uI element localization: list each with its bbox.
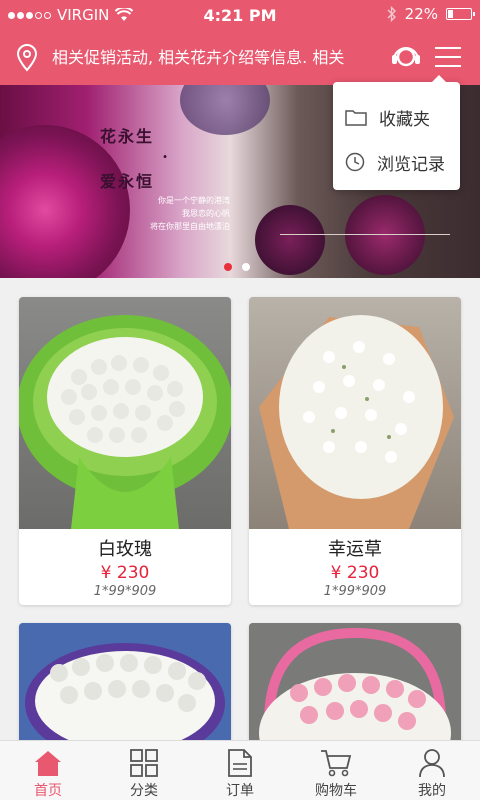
- product-image-pink-carnation-basket: [249, 623, 461, 753]
- product-image-white-rose-purple: [19, 623, 231, 753]
- product-card[interactable]: [249, 623, 461, 753]
- tab-label: 购物车: [315, 783, 357, 799]
- tab-orders[interactable]: 订单: [192, 741, 288, 800]
- location-pin-icon[interactable]: [16, 44, 38, 72]
- banner-poem-line: 你是一个宁静的港湾: [158, 196, 230, 205]
- banner-title-line1: 花永生: [100, 127, 155, 146]
- menu-icon[interactable]: [434, 45, 462, 69]
- tab-label: 首页: [34, 783, 62, 799]
- product-image-babys-breath: [249, 297, 461, 529]
- tab-label: 我的: [418, 783, 446, 799]
- home-icon: [35, 750, 61, 776]
- overflow-menu: 收藏夹 浏览记录: [333, 75, 460, 190]
- product-card[interactable]: [19, 623, 231, 753]
- carousel-indicator: [224, 263, 250, 271]
- banner-rose-image-3: [345, 195, 425, 275]
- customer-service-icon[interactable]: [390, 41, 422, 73]
- battery-icon: [446, 8, 475, 20]
- banner-title-line2: 爱永恒: [100, 172, 155, 191]
- top-header: 相关促销活动, 相关花卉介绍等信息. 相关: [0, 30, 480, 85]
- menu-item-label: 收藏夹: [379, 109, 430, 130]
- tab-label: 订单: [226, 783, 254, 799]
- carousel-dot[interactable]: [242, 263, 250, 271]
- banner-title-dot: ·: [162, 147, 168, 166]
- banner-caption: 花永生 · 爱永恒 你是一个宁静的港湾 我思恋的心帆 将在你那里自由地漂泊: [100, 123, 230, 233]
- menu-item-history[interactable]: 浏览记录: [333, 139, 460, 185]
- tab-profile[interactable]: 我的: [384, 741, 480, 800]
- cart-icon: [321, 749, 352, 776]
- app-screen: VIRGIN 4:21 PM 22% 相关促销活动, 相关花卉介绍等信息. 相关: [0, 0, 480, 800]
- banner-rose-image-2: [255, 205, 325, 275]
- status-bar: VIRGIN 4:21 PM 22%: [0, 0, 480, 30]
- menu-item-label: 浏览记录: [377, 154, 445, 175]
- tab-category[interactable]: 分类: [96, 741, 192, 800]
- tab-cart[interactable]: 购物车: [288, 741, 384, 800]
- product-price: ¥ 230: [100, 563, 150, 583]
- product-image-white-rose: [19, 297, 231, 529]
- banner-poem-line: 我思恋的心帆: [182, 209, 230, 218]
- clock-icon: [345, 152, 365, 172]
- tab-home[interactable]: 首页: [0, 741, 96, 800]
- battery-percent: 22%: [404, 5, 438, 23]
- tab-label: 分类: [130, 783, 158, 799]
- product-price: ¥ 230: [330, 563, 380, 583]
- document-icon: [228, 748, 252, 777]
- product-name: 幸运草: [328, 539, 382, 560]
- promo-marquee[interactable]: 相关促销活动, 相关花卉介绍等信息. 相关: [52, 30, 382, 85]
- product-spec: 1*99*909: [93, 584, 157, 599]
- folder-icon: [345, 110, 367, 126]
- banner-divider: [280, 234, 450, 235]
- bottom-tab-bar: 首页 分类 订单 购物车 我的: [0, 740, 480, 800]
- grid-icon: [130, 748, 158, 777]
- product-card[interactable]: 白玫瑰 ¥ 230 1*99*909: [19, 297, 231, 605]
- user-icon: [419, 748, 445, 777]
- bluetooth-icon: [387, 6, 396, 22]
- product-card[interactable]: 幸运草 ¥ 230 1*99*909: [249, 297, 461, 605]
- carousel-dot-active[interactable]: [224, 263, 232, 271]
- product-name: 白玫瑰: [98, 539, 152, 560]
- menu-item-favorites[interactable]: 收藏夹: [333, 94, 460, 140]
- banner-poem-line: 将在你那里自由地漂泊: [150, 222, 230, 231]
- product-spec: 1*99*909: [323, 584, 387, 599]
